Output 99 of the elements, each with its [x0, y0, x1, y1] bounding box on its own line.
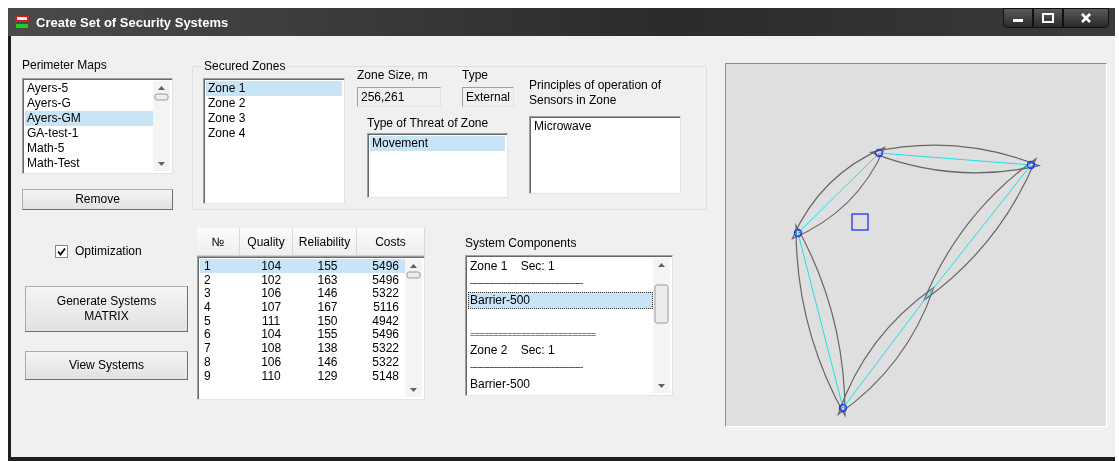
table-cell-text: 107: [260, 300, 283, 314]
close-button[interactable]: [1063, 8, 1109, 28]
table-row[interactable]: 5 111 150 4942: [200, 313, 405, 328]
table-row[interactable]: 4 107 167 5116: [200, 300, 405, 314]
table-cell-text: 1: [203, 259, 212, 273]
system-components-label: System Components: [465, 236, 578, 251]
list-item[interactable]: GA-test-1: [25, 126, 153, 141]
threat-list[interactable]: Movement: [367, 133, 508, 198]
table-cell-text: 163: [316, 272, 339, 287]
column-header[interactable]: №: [197, 228, 240, 256]
generate-button[interactable]: Generate Systems MATRIX: [25, 286, 188, 332]
principles-label: Principles of operation of Sensors in Zone: [529, 78, 663, 108]
table-row[interactable]: 9 110 129 5148: [200, 368, 405, 383]
table-cell-text: 2: [203, 272, 212, 287]
type-label: Type: [462, 68, 489, 83]
table-cell-text: 106: [260, 354, 283, 369]
scrollbar[interactable]: [653, 258, 670, 393]
list-item[interactable]: Ayers-5: [25, 81, 153, 96]
table-row[interactable]: 7 108 138 5322: [200, 341, 405, 355]
table-cell-text: 6: [203, 327, 212, 342]
table-cell-text: 108: [260, 341, 283, 355]
table-cell-text: 5: [203, 313, 212, 328]
table-cell-text: 4: [203, 300, 212, 314]
app-icon: [14, 15, 30, 29]
table-cell-text: 104: [260, 327, 283, 342]
list-item[interactable]: Zone 2: [206, 96, 342, 111]
list-item[interactable]: Barrier-500: [468, 291, 653, 310]
list-item[interactable]: Zone 4: [206, 126, 342, 141]
minimize-button[interactable]: [1003, 8, 1033, 28]
table-cell-text: 146: [316, 286, 339, 301]
table-cell-text: 4942: [371, 313, 400, 328]
zone-size-label: Zone Size, m: [357, 68, 429, 83]
maximize-button[interactable]: [1033, 8, 1063, 28]
separator-line: ===========================: [469, 327, 597, 341]
list-item[interactable]: Math-Test: [25, 156, 153, 171]
column-header[interactable]: Quality: [240, 228, 293, 256]
table-row[interactable]: 1 104 155 5496: [200, 259, 405, 273]
table-cell-text: 5496: [371, 272, 400, 287]
scrollbar[interactable]: [153, 81, 170, 171]
table-cell-text: 3: [203, 286, 212, 301]
remove-button[interactable]: Remove: [22, 189, 173, 210]
table-row[interactable]: 3 106 146 5322: [200, 286, 405, 301]
list-item[interactable]: Ayers-G: [25, 96, 153, 111]
marker-square: [851, 213, 869, 231]
list-item[interactable]: Ayers-GM: [25, 111, 153, 126]
type-field[interactable]: External: [462, 87, 514, 107]
table-cell-text: 8: [203, 354, 212, 369]
table-cell-text: 110: [260, 368, 282, 383]
separator-line: -----------------------------------------------: [469, 361, 584, 375]
maximize-icon: [1042, 13, 1054, 23]
table-cell-text: 102: [260, 272, 283, 287]
table-cell-text: 5496: [371, 327, 400, 342]
table-cell-text: 167: [316, 300, 339, 314]
separator-line: -----------------------------------------------: [469, 277, 584, 291]
list-item[interactable]: Microwave: [532, 119, 678, 134]
table-cell-text: 9: [203, 368, 212, 383]
table-cell-text: 138: [316, 341, 339, 355]
window-title: Create Set of Security Systems: [36, 14, 229, 30]
table-cell-text: 7: [203, 341, 212, 355]
table-cell-text: 104: [260, 259, 283, 273]
table-cell-text: 5322: [371, 354, 400, 369]
list-item[interactable]: Zone 3: [206, 111, 342, 126]
perimeter-maps-label: Perimeter Maps: [22, 58, 108, 73]
table-cell-text: 155: [316, 327, 339, 342]
table-row[interactable]: 2 102 163 5496: [200, 272, 405, 287]
perimeter-maps-list[interactable]: Ayers-5 Ayers-G Ayers-GM GA-test-1 Math-5 Math-Test: [22, 78, 173, 174]
table-cell-text: 106: [260, 286, 283, 301]
zones-list[interactable]: Zone 1 Zone 2 Zone 3 Zone 4: [203, 78, 345, 204]
zone-size-field[interactable]: 256,261: [357, 87, 441, 107]
system-components-list[interactable]: Zone 1 Sec: 1 ----------------------------------------------- Barrier-500 =========================== Zone 2 Sec: 1 ----------------------------------------------- Barrier-500: [465, 255, 673, 396]
principles-list[interactable]: Microwave: [529, 116, 681, 194]
view-systems-button[interactable]: View Systems: [25, 351, 188, 380]
table-cell-text: 5322: [371, 286, 400, 301]
optimization-label: Optimization: [75, 244, 142, 259]
optimization-checkbox[interactable]: [55, 245, 68, 258]
column-header[interactable]: Reliability: [293, 228, 357, 256]
table-cell-text: 5148: [371, 368, 400, 383]
table-row[interactable]: 8 106 146 5322: [200, 354, 405, 369]
table-cell-text: 111: [261, 313, 282, 328]
systems-list[interactable]: 1 104 155 5496 2 102 163 5496 3 106 146 5322 4 107 167 5116 5 111 150 4942 6 104 155 5496 7 108 138 5322 8 106 146 5322 9 110 129 5148: [197, 256, 425, 400]
threat-type-label: Type of Threat of Zone: [367, 116, 490, 131]
table-cell-text: 155: [316, 259, 339, 273]
close-icon: [1080, 12, 1092, 24]
list-item[interactable]: Zone 1 Sec: 1: [468, 258, 653, 276]
table-cell-text: 5116: [372, 300, 400, 314]
column-header[interactable]: Costs: [357, 228, 425, 256]
table-cell-text: 146: [316, 354, 339, 369]
scrollbar[interactable]: [405, 259, 422, 397]
list-item[interactable]: Math-5: [25, 141, 153, 156]
table-row[interactable]: 6 104 155 5496: [200, 327, 405, 342]
table-cell-text: 129: [316, 368, 339, 383]
list-item[interactable]: Movement: [370, 136, 505, 151]
check-icon: [57, 247, 66, 256]
table-cell-text: 5322: [371, 341, 400, 355]
table-cell-text: 5496: [371, 259, 400, 273]
list-item[interactable]: Barrier-500: [468, 375, 653, 393]
list-item[interactable]: Zone 1: [206, 81, 342, 96]
list-item[interactable]: Zone 2 Sec: 1: [468, 341, 653, 360]
table-cell-text: 150: [316, 313, 339, 328]
